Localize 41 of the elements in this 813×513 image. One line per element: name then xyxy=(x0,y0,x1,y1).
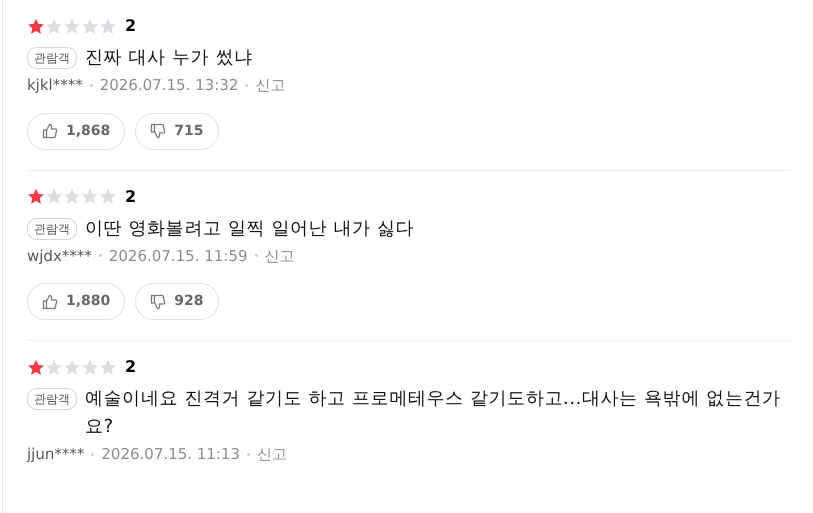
review-text: 진짜 대사 누가 썼냐 xyxy=(85,46,253,70)
thumbs-down-icon xyxy=(150,294,166,310)
star-icon xyxy=(81,188,99,205)
author-name: kjkl**** xyxy=(27,75,83,96)
star-icon xyxy=(45,18,63,34)
like-button[interactable]: 1,868 xyxy=(27,112,126,150)
report-link[interactable]: 신고 xyxy=(264,244,294,267)
thumbs-up-icon xyxy=(42,123,58,139)
review-date: 2026.07.15. 11:59 xyxy=(108,246,248,266)
star-icon xyxy=(27,18,45,34)
report-link[interactable]: 신고 xyxy=(255,74,286,96)
thumbs-down-icon xyxy=(150,123,166,139)
star-icon xyxy=(45,188,63,205)
dislike-button[interactable]: 715 xyxy=(135,112,219,150)
review-text: 예술이네요 진격거 같기도 하고 프로메테우스 같기도하고...대사는 욕밖에 없는건가요? xyxy=(85,387,782,439)
star-icon xyxy=(81,18,99,34)
review-text: 이딴 영화볼려고 일찍 일어난 내가 싫다 xyxy=(85,216,414,240)
star-icon xyxy=(63,18,81,34)
rating-score: 2 xyxy=(125,356,136,378)
star-icon xyxy=(63,358,81,376)
star-icon xyxy=(45,358,63,376)
audience-badge: 관람객 xyxy=(27,218,77,240)
star-icon xyxy=(99,18,117,34)
report-link[interactable]: 신고 xyxy=(257,443,288,466)
star-icon xyxy=(99,188,117,205)
star-icon xyxy=(99,358,117,376)
like-button[interactable]: 1,880 xyxy=(27,283,126,320)
thumbs-up-icon xyxy=(42,294,58,310)
audience-badge: 관람객 xyxy=(27,388,77,410)
audience-badge: 관람객 xyxy=(27,47,77,69)
author-name: jjun**** xyxy=(27,444,84,465)
rating-score: 2 xyxy=(125,15,136,37)
rating-score: 2 xyxy=(125,186,136,208)
author-name: wjdx**** xyxy=(27,246,92,266)
review-date: 2026.07.15. 11:13 xyxy=(101,444,240,465)
star-icon xyxy=(27,358,45,376)
dislike-button[interactable]: 928 xyxy=(135,283,219,320)
review-date: 2026.07.15. 13:32 xyxy=(100,75,238,96)
star-icon xyxy=(81,358,99,376)
star-icon xyxy=(27,188,45,205)
star-icon xyxy=(63,188,81,205)
